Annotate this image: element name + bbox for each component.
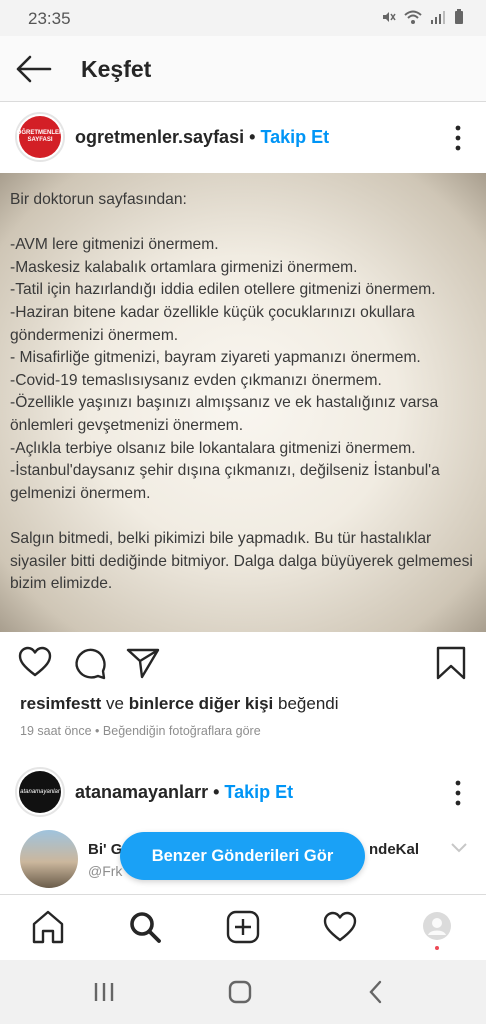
likes-others[interactable]: binlerce diğer kişi [129, 694, 274, 713]
username-link-2[interactable]: atanamayanlarr [75, 782, 208, 802]
more-options-icon[interactable] [452, 123, 464, 153]
likes-summary: resimfestt ve binlerce diğer kişi beğend… [20, 694, 339, 714]
home-button-icon[interactable] [226, 978, 254, 1006]
similar-posts-button[interactable]: Benzer Gönderileri Gör [120, 832, 365, 880]
follow-button[interactable]: Takip Et [260, 127, 329, 147]
avatar-logo-text: ÖĞRETMENLER SAYFASI [16, 130, 64, 143]
bookmark-icon[interactable] [434, 646, 468, 680]
preview-title-start: Bi' G [88, 841, 123, 858]
notification-dot [435, 946, 439, 950]
avatar-logo-2: atanamayanlar [19, 771, 61, 813]
profile-icon [423, 912, 451, 940]
avatar[interactable]: ÖĞRETMENLER SAYFASI [15, 112, 65, 162]
page-title: Keşfet [81, 56, 152, 82]
search-icon[interactable] [127, 909, 163, 945]
avatar-2[interactable]: atanamayanlar [15, 767, 65, 817]
heart-icon[interactable] [18, 646, 52, 680]
profile-tab[interactable] [422, 911, 452, 955]
preview-title-end: ndeKal [369, 841, 420, 858]
wifi-icon [404, 10, 422, 24]
more-options-icon-2[interactable] [452, 778, 464, 808]
separator-dot-2: • [213, 782, 220, 802]
likes-suffix: beğendi [278, 694, 339, 713]
follow-button-2[interactable]: Takip Et [224, 782, 293, 802]
post-header-2: atanamayanlar atanamayanlarr • Takip Et [0, 762, 486, 822]
separator-dot: • [249, 127, 256, 147]
post-author-2: atanamayanlarr • Takip Et [75, 782, 293, 803]
bottom-tab-bar [0, 894, 486, 960]
status-bar: 23:35 [0, 0, 486, 36]
post-header: ÖĞRETMENLER SAYFASI ogretmenler.sayfasi … [0, 103, 486, 173]
avatar-logo-text-2: atanamayanlar [20, 789, 60, 795]
preview-handle: @Frk [88, 863, 123, 879]
status-icons [380, 9, 464, 25]
top-app-bar: Keşfet [0, 36, 486, 102]
battery-icon [455, 9, 463, 24]
comment-icon[interactable] [73, 646, 107, 680]
avatar-logo: ÖĞRETMENLER SAYFASI [16, 116, 64, 158]
post-meta: 19 saat önce • Beğendiğin fotoğraflara g… [20, 724, 261, 738]
add-icon[interactable] [225, 909, 261, 945]
recents-icon[interactable] [90, 978, 118, 1006]
system-navigation-bar [0, 960, 486, 1024]
chevron-down-icon[interactable] [450, 840, 468, 854]
activity-icon[interactable] [322, 909, 358, 945]
mute-icon [383, 12, 396, 22]
liker-username[interactable]: resimfestt [20, 694, 101, 713]
signal-icon [431, 11, 445, 24]
likes-and: ve [106, 694, 124, 713]
home-icon[interactable] [30, 909, 66, 945]
username-link[interactable]: ogretmenler.sayfasi [75, 127, 244, 147]
status-time: 23:35 [28, 9, 71, 28]
back-button-icon[interactable] [362, 978, 390, 1006]
post-author: ogretmenler.sayfasi • Takip Et [75, 127, 329, 148]
post-image-text: Bir doktorun sayfasından: -AVM lere gitm… [10, 191, 473, 593]
post-image[interactable]: Bir doktorun sayfasından: -AVM lere gitm… [0, 173, 486, 632]
share-icon[interactable] [126, 646, 160, 680]
post-actions [0, 632, 486, 694]
back-arrow-icon[interactable] [14, 50, 54, 88]
preview-avatar [20, 830, 78, 888]
